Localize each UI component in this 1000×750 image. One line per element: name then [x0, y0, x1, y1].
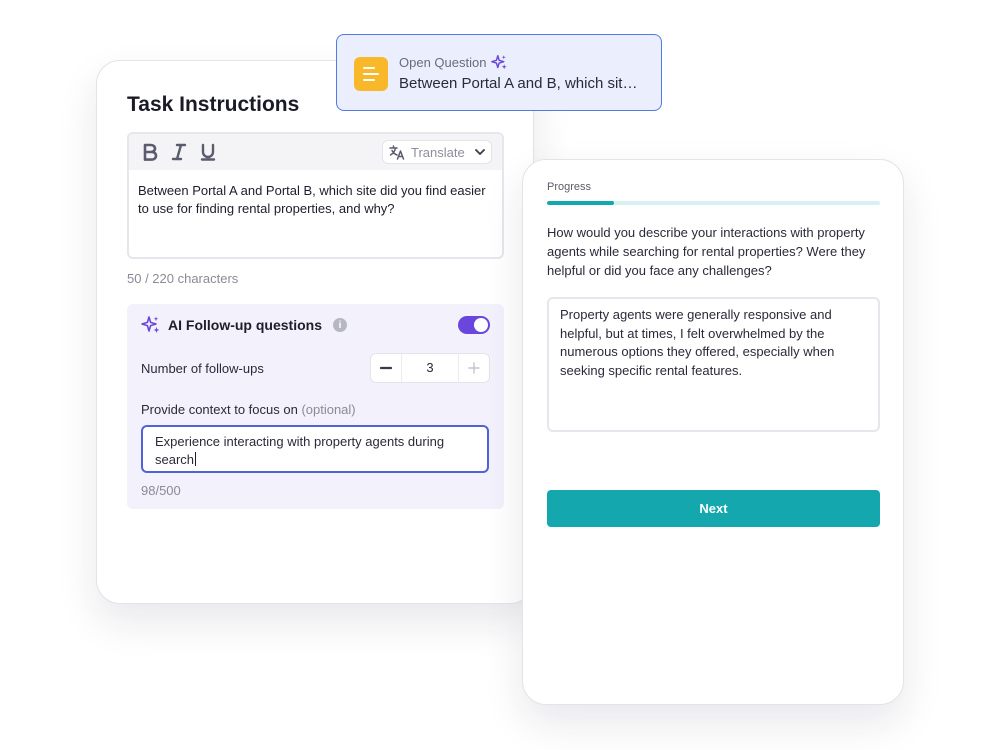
plus-icon — [468, 362, 480, 374]
followups-stepper[interactable]: 3 — [370, 353, 490, 383]
answer-textarea[interactable]: Property agents were generally responsiv… — [547, 297, 880, 432]
followups-count-value[interactable]: 3 — [402, 354, 458, 382]
translate-dropdown[interactable]: Translate — [382, 140, 492, 164]
minus-icon — [380, 366, 392, 370]
chevron-down-icon — [475, 149, 485, 155]
ai-sparkle-icon — [491, 54, 508, 70]
italic-button[interactable] — [168, 140, 190, 164]
info-icon[interactable]: i — [333, 318, 347, 332]
underline-button[interactable] — [197, 140, 219, 164]
next-button[interactable]: Next — [547, 490, 880, 527]
translate-icon — [389, 144, 405, 160]
toggle-knob — [474, 318, 488, 332]
page-title: Task Instructions — [127, 93, 300, 116]
italic-icon — [171, 143, 187, 161]
context-label: Provide context to focus on (optional) — [141, 402, 356, 417]
text-lines-icon — [354, 57, 388, 91]
editor-toolbar: Translate — [129, 134, 502, 170]
ai-sparkle-icon — [141, 316, 160, 333]
ai-followup-panel: AI Follow-up questions i Number of follo… — [127, 304, 504, 509]
bold-button[interactable] — [139, 140, 161, 164]
question-type: Open Question — [399, 54, 508, 71]
question-text: How would you describe your interactions… — [547, 225, 866, 278]
text-caret — [195, 452, 197, 466]
open-question-chip[interactable]: Open Question Between Portal A and B, wh… — [336, 34, 662, 111]
context-input[interactable]: Experience interacting with property age… — [141, 425, 489, 473]
context-character-count: 98/500 — [141, 483, 181, 498]
underline-icon — [200, 143, 216, 161]
translate-label: Translate — [411, 144, 465, 160]
context-label-text: Provide context to focus on — [141, 402, 298, 417]
increment-button[interactable] — [458, 354, 489, 382]
ai-followup-header: AI Follow-up questions i — [141, 315, 347, 335]
question-type-label: Open Question — [399, 55, 487, 70]
task-instructions-card: Task Instructions Translate Between Port… — [96, 60, 534, 604]
followups-count-label: Number of follow-ups — [141, 361, 264, 376]
ai-followup-title: AI Follow-up questions — [168, 317, 322, 333]
bold-icon — [143, 143, 158, 161]
respondent-preview-card: Progress How would you describe your int… — [522, 159, 904, 705]
context-optional-text: (optional) — [301, 402, 356, 417]
progress-label: Progress — [547, 181, 592, 193]
decrement-button[interactable] — [371, 354, 402, 382]
character-count: 50 / 220 characters — [127, 271, 239, 286]
instructions-editor[interactable]: Translate Between Portal A and Portal B,… — [127, 132, 504, 259]
ai-followup-toggle[interactable] — [458, 316, 490, 334]
context-input-text: Experience interacting with property age… — [155, 434, 445, 467]
question-preview-text: Between Portal A and B, which sit… — [399, 75, 638, 92]
progress-fill — [547, 201, 614, 205]
progress-bar — [547, 201, 880, 205]
instructions-text[interactable]: Between Portal A and Portal B, which sit… — [129, 170, 502, 230]
